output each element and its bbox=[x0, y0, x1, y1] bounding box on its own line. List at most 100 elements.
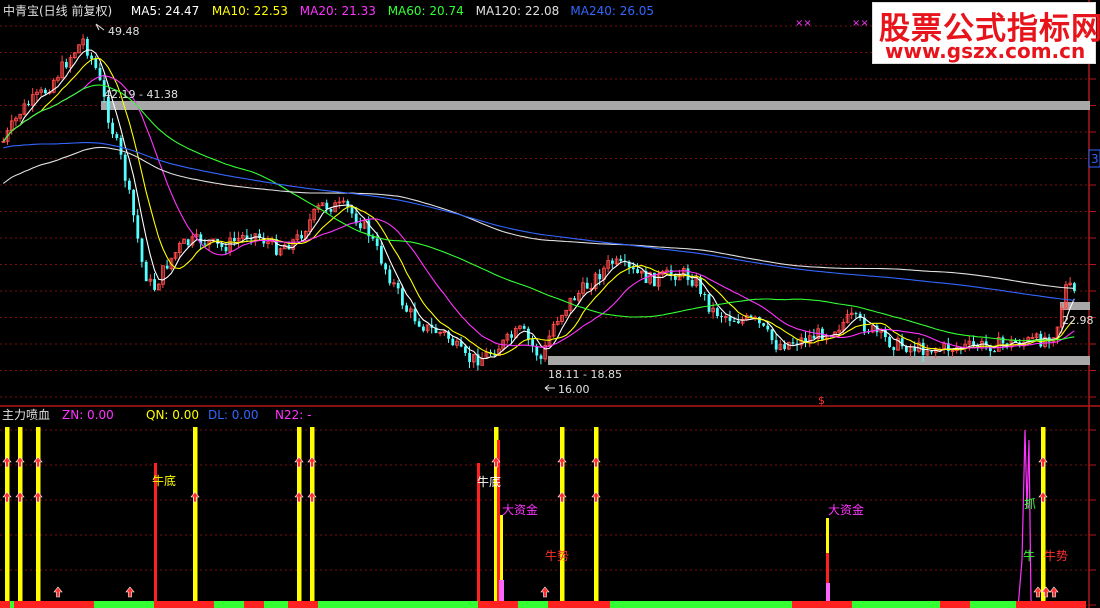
lower-legend-0: 主力喷血 bbox=[2, 408, 50, 422]
candle-body bbox=[329, 209, 333, 212]
candle-body bbox=[716, 308, 719, 317]
watermark-url: www.gszx.com.cn bbox=[885, 39, 1086, 63]
candle-body bbox=[770, 329, 774, 341]
candle-body bbox=[632, 267, 635, 270]
candle-body bbox=[111, 122, 114, 135]
status-strip-segment bbox=[288, 601, 318, 608]
candle-body bbox=[417, 321, 421, 327]
candle-body bbox=[359, 223, 362, 229]
candle-body bbox=[732, 320, 736, 322]
candle-body bbox=[325, 202, 329, 210]
candle-body bbox=[380, 245, 383, 264]
support-zone-bar bbox=[548, 356, 1090, 365]
upper-legend-3: MA20: 21.33 bbox=[300, 4, 376, 18]
candle-body bbox=[766, 325, 770, 330]
status-strip-segment bbox=[548, 601, 610, 608]
signal-bar-yellow bbox=[310, 427, 315, 608]
label-niu-di-2: 牛底 bbox=[477, 474, 501, 489]
signal-bar-yellow bbox=[1041, 427, 1046, 608]
upper-legend-4: MA60: 20.74 bbox=[388, 4, 464, 18]
candle-body bbox=[203, 243, 207, 245]
signal-bar-yellow bbox=[297, 427, 302, 608]
candle-body bbox=[468, 352, 471, 362]
label-da-zi-jin-2: 大资金 bbox=[828, 502, 864, 517]
status-strip-segment bbox=[610, 601, 792, 608]
upper-legend-0: 中青宝(日线 前复权) bbox=[3, 3, 112, 18]
candle-body bbox=[90, 55, 93, 59]
candle-body bbox=[611, 260, 614, 264]
candle-body bbox=[27, 103, 30, 106]
candle-body bbox=[220, 243, 224, 247]
candle-body bbox=[401, 288, 404, 306]
lower-legend-2: QN: 0.00 bbox=[146, 408, 199, 422]
candle-body bbox=[762, 323, 765, 326]
candle-body bbox=[396, 282, 400, 289]
candle-body bbox=[707, 294, 711, 312]
candle-body bbox=[388, 269, 392, 284]
candle-body bbox=[703, 293, 707, 295]
signal-bar-red bbox=[826, 553, 829, 583]
watermark-logo: 股票公式指标网 www.gszx.com.cn bbox=[872, 2, 1100, 64]
candle-body bbox=[94, 58, 98, 68]
upper-legend-2: MA10: 22.53 bbox=[212, 4, 288, 18]
resistance-zone-bar bbox=[101, 101, 1090, 110]
candle-body bbox=[619, 258, 623, 261]
label-niu-shi-2: 牛势 bbox=[1044, 548, 1068, 563]
candle-body bbox=[993, 351, 996, 353]
signal-mark: $ bbox=[818, 394, 825, 407]
candle-body bbox=[686, 268, 690, 281]
candle-body bbox=[405, 305, 408, 312]
label-zhua: 抓 bbox=[1024, 497, 1036, 511]
top-mark-1: ×× bbox=[795, 18, 812, 29]
signal-bar-yellow bbox=[18, 427, 23, 608]
status-strip-segment bbox=[792, 601, 830, 608]
candle-body bbox=[384, 263, 387, 270]
candle-body bbox=[783, 344, 786, 350]
candle-body bbox=[153, 279, 156, 290]
upper-legend-6: MA240: 26.05 bbox=[570, 4, 654, 18]
candle-body bbox=[522, 326, 526, 329]
candle-body bbox=[346, 201, 350, 208]
candle-body bbox=[123, 154, 127, 181]
status-strip-segment bbox=[10, 601, 14, 608]
signal-bar-yellow bbox=[36, 427, 41, 608]
candle-body bbox=[136, 215, 140, 239]
status-strip-segment bbox=[214, 601, 244, 608]
upper-range-label: 42.19 - 41.38 bbox=[104, 88, 178, 101]
candle-body bbox=[636, 269, 639, 274]
candle-body bbox=[44, 89, 47, 94]
label-niu-di-1: 牛底 bbox=[152, 473, 176, 488]
status-strip-segment bbox=[940, 601, 970, 608]
candle-body bbox=[128, 180, 131, 190]
candle-body bbox=[690, 280, 694, 286]
candle-body bbox=[350, 207, 354, 214]
candle-body bbox=[728, 316, 732, 321]
candle-body bbox=[527, 328, 530, 340]
candle-body bbox=[86, 39, 89, 56]
candle-body bbox=[119, 138, 123, 155]
high-price-label: 49.48 bbox=[108, 25, 140, 38]
stock-chart: 中青宝(日线 前复权) MA5: 24.47 MA10: 22.53 MA20: 21… bbox=[0, 0, 1100, 608]
candle-body bbox=[422, 326, 425, 331]
candle-body bbox=[573, 298, 576, 301]
low-price-label: 16.00 bbox=[558, 383, 590, 396]
candle-body bbox=[413, 308, 417, 322]
candle-body bbox=[98, 67, 102, 81]
status-strip-segment bbox=[94, 601, 154, 608]
candle-body bbox=[140, 238, 144, 262]
candle-body bbox=[224, 246, 228, 252]
status-strip-segment bbox=[478, 601, 518, 608]
candle-body bbox=[930, 351, 933, 353]
label-da-zi-jin-1: 大资金 bbox=[502, 502, 538, 517]
lower-legend-1: ZN: 0.00 bbox=[62, 408, 114, 422]
candle-body bbox=[854, 313, 858, 315]
candle-body bbox=[186, 239, 190, 246]
candle-body bbox=[144, 261, 148, 282]
candle-body bbox=[972, 341, 975, 346]
candle-body bbox=[115, 134, 119, 139]
candle-body bbox=[539, 355, 543, 359]
candle-body bbox=[132, 189, 135, 216]
candle-body bbox=[791, 342, 795, 344]
lower-range-label: 18.11 - 18.85 bbox=[548, 368, 622, 381]
status-strip-segment bbox=[1016, 601, 1086, 608]
